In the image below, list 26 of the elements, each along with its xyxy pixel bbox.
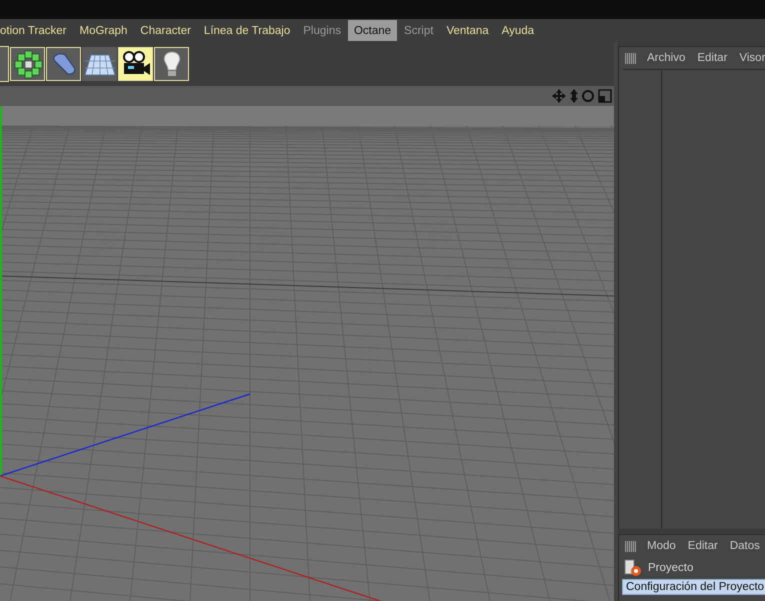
panel-grip-icon[interactable]	[625, 52, 636, 64]
cloner-tool-button[interactable]	[10, 47, 45, 81]
viewport-navigation-icon[interactable]	[552, 88, 612, 104]
cubes-ring-icon	[12, 49, 42, 79]
camera-tool-button[interactable]	[118, 47, 153, 81]
panel-menu-item[interactable]: Modo	[642, 538, 681, 554]
project-settings-icon	[624, 559, 642, 577]
panel-menu-item[interactable]: Archivo	[642, 50, 690, 66]
settings-tab[interactable]: Configuración del Proyecto	[622, 579, 765, 595]
panel-menu-item[interactable]: Datos	[724, 538, 765, 554]
floor-tool-button[interactable]	[82, 47, 117, 81]
menu-item[interactable]: otion Tracker	[0, 20, 72, 41]
panel-grip-icon[interactable]	[625, 540, 636, 552]
deformer-tool-button[interactable]	[46, 47, 81, 81]
menu-item[interactable]: MoGraph	[73, 20, 134, 41]
panel-menu-item[interactable]: Editar	[682, 538, 723, 554]
menu-item[interactable]: Octane	[348, 20, 398, 41]
panel-menu-item[interactable]: Visor	[734, 50, 765, 66]
panel-menu-item[interactable]: Editar	[692, 50, 732, 66]
menu-item[interactable]: Línea de Trabajo	[198, 20, 296, 41]
menu-item[interactable]: Ventana	[440, 20, 495, 41]
panel-title: Proyecto	[648, 562, 694, 574]
menu-item[interactable]: Ayuda	[496, 20, 540, 41]
light-tool-button[interactable]	[154, 47, 189, 81]
tool-button[interactable]	[0, 46, 9, 82]
menu-item[interactable]: Character	[134, 20, 197, 41]
